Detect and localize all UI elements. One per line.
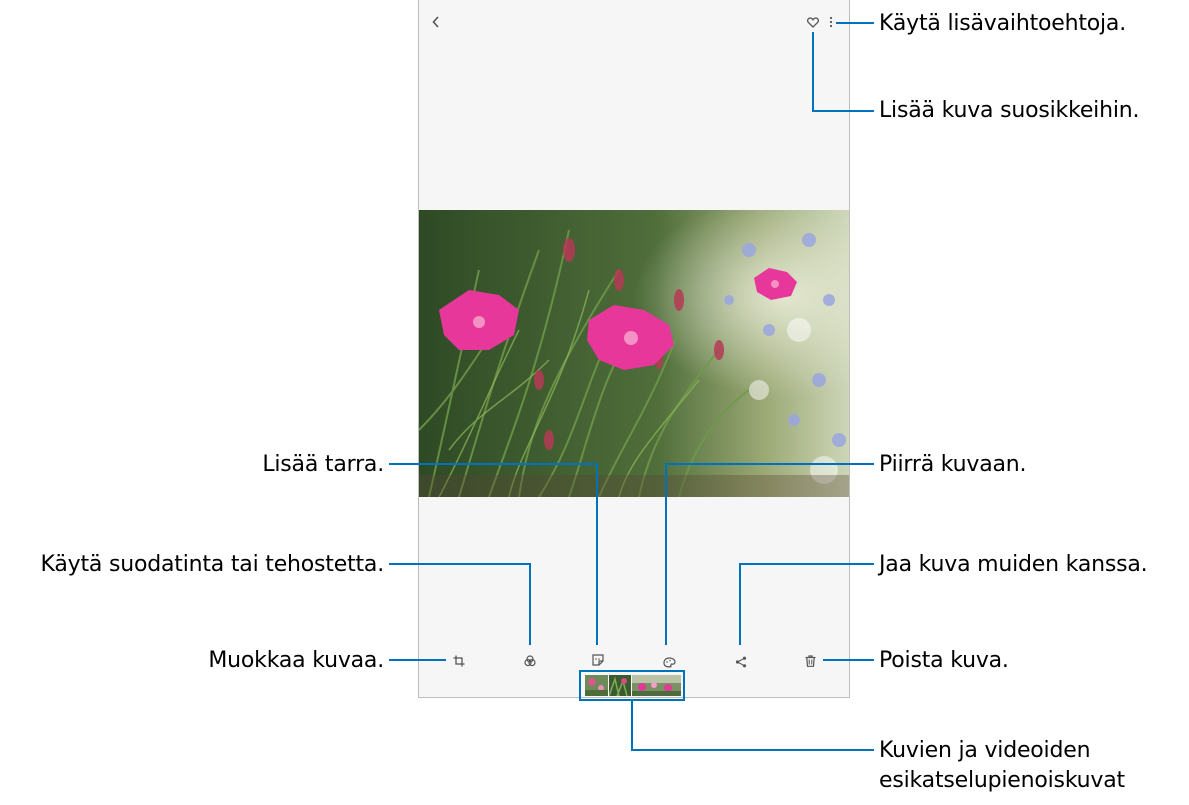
label-add-favorite: Lisää kuva suosikkeihin. [879,98,1140,123]
label-share: Jaa kuva muiden kanssa. [879,552,1148,577]
label-filter: Käytä suodatinta tai tehostetta. [40,552,385,577]
label-thumbnails-line1: Kuvien ja videoiden [879,738,1091,763]
label-thumbnails-line2: esikatselupienoiskuvat [879,768,1125,793]
label-add-sticker: Lisää tarra. [262,452,384,477]
label-draw: Piirrä kuvaan. [879,452,1027,477]
label-more-options: Käytä lisävaihtoehtoja. [879,11,1127,36]
label-delete: Poista kuva. [879,648,1009,673]
label-edit: Muokkaa kuvaa. [208,648,384,673]
